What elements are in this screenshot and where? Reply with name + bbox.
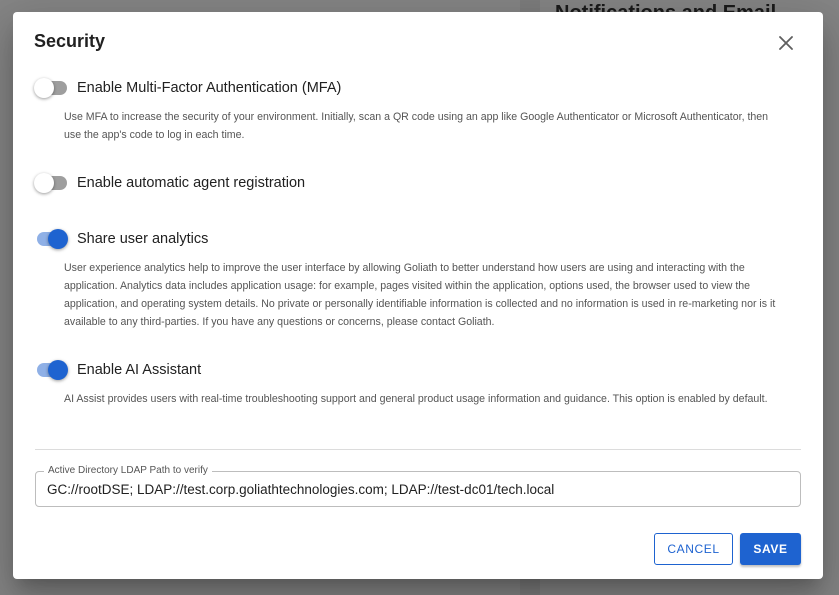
mfa-toggle[interactable] xyxy=(34,78,68,98)
ai-assistant-description: AI Assist provides users with real-time … xyxy=(64,393,768,405)
user-analytics-label: Share user analytics xyxy=(77,231,209,247)
security-dialog: Security Enable Multi-Factor Authenticat… xyxy=(13,12,823,579)
ldap-path-input[interactable]: GC://rootDSE; LDAP://test.corp.goliathte… xyxy=(47,481,554,499)
agent-registration-label: Enable automatic agent registration xyxy=(77,175,306,191)
save-button[interactable]: SAVE xyxy=(740,533,801,565)
ai-assistant-toggle[interactable] xyxy=(34,360,68,380)
divider xyxy=(35,449,801,450)
mfa-description: Use MFA to increase the security of your… xyxy=(64,111,769,141)
ldap-path-label: Active Directory LDAP Path to verify xyxy=(44,464,212,478)
toggle-thumb xyxy=(48,360,68,380)
ai-assistant-label: Enable AI Assistant xyxy=(77,362,202,378)
close-button[interactable] xyxy=(772,29,800,57)
agent-registration-toggle[interactable] xyxy=(34,173,68,193)
toggle-thumb xyxy=(34,78,54,98)
cancel-button[interactable]: CANCEL xyxy=(654,533,733,565)
close-icon xyxy=(779,36,793,50)
ldap-path-field[interactable]: Active Directory LDAP Path to verify GC:… xyxy=(35,464,801,507)
toggle-thumb xyxy=(48,229,68,249)
mfa-label: Enable Multi-Factor Authentication (MFA) xyxy=(77,80,342,96)
user-analytics-toggle[interactable] xyxy=(34,229,68,249)
user-analytics-description: User experience analytics help to improv… xyxy=(64,262,776,328)
dialog-title: Security xyxy=(34,31,106,51)
toggle-thumb xyxy=(34,173,54,193)
